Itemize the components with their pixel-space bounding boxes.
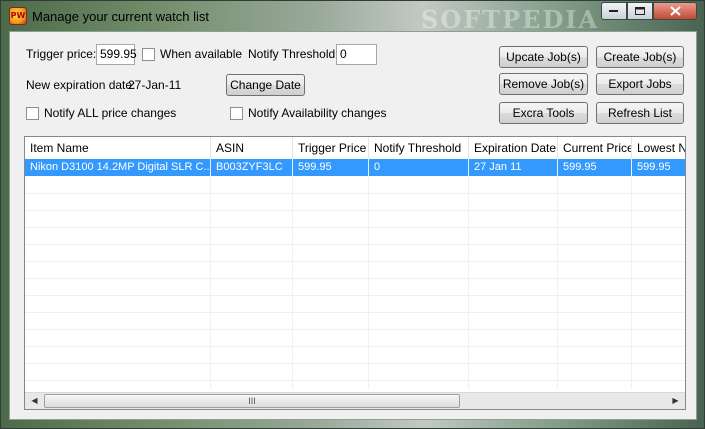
notify-availability-checkbox[interactable] bbox=[230, 107, 243, 120]
grid-line bbox=[25, 363, 685, 364]
minimize-icon bbox=[609, 10, 618, 12]
when-available-label: When available bbox=[160, 47, 243, 61]
app-icon: PW bbox=[9, 7, 27, 25]
cell-trigger-price: 599.95 bbox=[298, 161, 332, 173]
extra-tools-button[interactable]: Excra Tools bbox=[499, 102, 588, 124]
grid-line bbox=[25, 193, 685, 194]
grid-line bbox=[25, 261, 685, 262]
grid-line bbox=[25, 227, 685, 228]
cell-expiration-date: 27 Jan 11 bbox=[474, 161, 522, 173]
column-header-notify-threshold[interactable]: Notify Threshold bbox=[369, 137, 469, 159]
new-expiration-label: New expiration date: bbox=[26, 78, 136, 92]
cell-asin: B003ZYF3LC bbox=[216, 161, 283, 173]
grid-line bbox=[25, 278, 685, 279]
maximize-icon bbox=[634, 6, 645, 15]
column-header-lowest-new[interactable]: Lowest Ne bbox=[632, 137, 685, 159]
notify-threshold-input[interactable]: 0 bbox=[336, 44, 377, 65]
grid-line bbox=[25, 210, 685, 211]
scroll-thumb[interactable]: III bbox=[44, 394, 460, 408]
watch-list-table[interactable]: Item Name ASIN Trigger Price Notify Thre… bbox=[24, 136, 686, 410]
new-expiration-value: 27-Jan-11 bbox=[128, 78, 182, 92]
trigger-price-label: Trigger price: bbox=[26, 47, 97, 61]
minimize-button[interactable] bbox=[601, 2, 627, 20]
horizontal-scrollbar[interactable]: ◀ III ▶ bbox=[25, 392, 685, 409]
caption-buttons bbox=[601, 2, 697, 20]
column-header-asin[interactable]: ASIN bbox=[211, 137, 293, 159]
column-header-current-price[interactable]: Current Price bbox=[558, 137, 632, 159]
remove-jobs-button[interactable]: Remove Job(s) bbox=[499, 73, 588, 95]
column-header-trigger-price[interactable]: Trigger Price bbox=[293, 137, 369, 159]
grid-line bbox=[25, 329, 685, 330]
notify-threshold-label: Notify Threshold: bbox=[248, 47, 339, 61]
grid-line bbox=[25, 244, 685, 245]
table-row[interactable]: Nikon D3100 14.2MP Digital SLR C... B003… bbox=[25, 159, 685, 176]
watch-list-window: PW Manage your current watch list SOFTPE… bbox=[0, 0, 705, 429]
notify-availability-label: Notify Availability changes bbox=[248, 106, 387, 120]
cell-item-name: Nikon D3100 14.2MP Digital SLR C... bbox=[30, 161, 211, 173]
close-icon bbox=[669, 6, 681, 16]
trigger-price-input[interactable]: 599.95 bbox=[96, 44, 137, 65]
cell-notify-threshold: 0 bbox=[374, 161, 381, 173]
grid-line bbox=[25, 346, 685, 347]
client-area: Trigger price: 599.95 When available Not… bbox=[9, 31, 697, 420]
grid-line bbox=[25, 295, 685, 296]
watermark: SOFTPEDIA bbox=[421, 5, 600, 34]
window-title: Manage your current watch list bbox=[32, 9, 210, 24]
table-header: Item Name ASIN Trigger Price Notify Thre… bbox=[25, 137, 685, 160]
change-date-button[interactable]: Change Date bbox=[226, 74, 305, 96]
scroll-right-arrow-icon[interactable]: ▶ bbox=[667, 394, 684, 408]
title-bar[interactable]: PW Manage your current watch list SOFTPE… bbox=[1, 1, 704, 34]
create-jobs-button[interactable]: Create Job(s) bbox=[596, 46, 684, 68]
when-available-checkbox[interactable] bbox=[142, 48, 155, 61]
cell-lowest-new: 599.95 bbox=[637, 161, 671, 173]
export-jobs-button[interactable]: Export Jobs bbox=[596, 73, 684, 95]
cell-current-price: 599.95 bbox=[563, 161, 597, 173]
notify-all-label: Notify ALL price changes bbox=[44, 106, 177, 120]
refresh-list-button[interactable]: Refresh List bbox=[596, 102, 684, 124]
grid-line bbox=[25, 380, 685, 381]
notify-all-checkbox[interactable] bbox=[26, 107, 39, 120]
column-header-expiration-date[interactable]: Expiration Date bbox=[469, 137, 558, 159]
close-button[interactable] bbox=[653, 2, 697, 20]
column-header-item-name[interactable]: Item Name bbox=[25, 137, 211, 159]
maximize-button[interactable] bbox=[627, 2, 653, 20]
scroll-left-arrow-icon[interactable]: ◀ bbox=[26, 394, 43, 408]
grid-line bbox=[25, 312, 685, 313]
update-jobs-button[interactable]: Upcate Job(s) bbox=[499, 46, 588, 68]
